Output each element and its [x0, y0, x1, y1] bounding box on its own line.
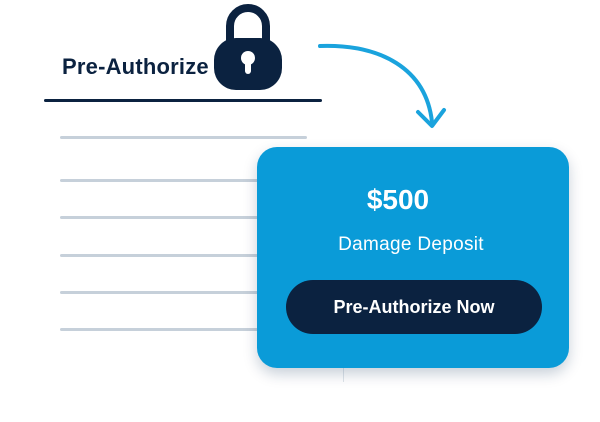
- preauthorize-now-button[interactable]: Pre-Authorize Now: [286, 280, 542, 334]
- deposit-amount: $500: [366, 184, 430, 215]
- document-title-underline: [44, 99, 322, 102]
- deposit-description: Damage Deposit: [338, 234, 484, 255]
- preauthorize-illustration: Pre-Authorize $500 Damage Deposit Pre-Au…: [0, 0, 600, 422]
- document-text-line: [60, 136, 307, 139]
- curved-arrow-icon: [318, 43, 446, 128]
- deposit-card: [257, 147, 569, 368]
- lock-icon: [214, 4, 282, 90]
- document-title: Pre-Authorize: [62, 54, 209, 79]
